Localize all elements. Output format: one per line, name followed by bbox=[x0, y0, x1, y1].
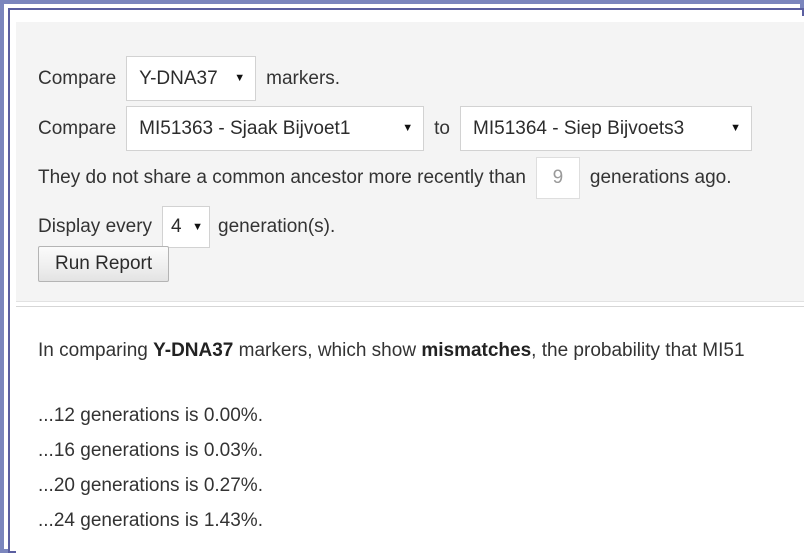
common-ancestor-label-suffix: generations ago. bbox=[589, 167, 732, 188]
list-item: ...20 generations is 0.27%. bbox=[38, 475, 263, 496]
row-common-ancestor: They do not share a common ancestor more… bbox=[38, 157, 731, 199]
display-interval-label-suffix: generation(s). bbox=[218, 216, 336, 237]
generations-input[interactable] bbox=[535, 157, 580, 199]
caret-down-icon: ▼ bbox=[234, 72, 246, 84]
section-divider bbox=[16, 306, 804, 307]
list-item: ...12 generations is 0.00%. bbox=[38, 405, 263, 426]
kit-1-select-value: MI51363 - Sjaak Bijvoet1 bbox=[139, 117, 351, 139]
caret-down-icon: ▼ bbox=[402, 122, 414, 134]
compare-markers-label-suffix: markers. bbox=[266, 67, 341, 89]
kit-1-select[interactable]: MI51363 - Sjaak Bijvoet1 ▼ bbox=[126, 106, 425, 151]
common-ancestor-label-prefix: They do not share a common ancestor more… bbox=[38, 167, 526, 188]
caret-down-icon: ▼ bbox=[730, 122, 742, 134]
display-interval-select-value: 4 bbox=[171, 216, 182, 237]
results-intro-sentence: In comparing Y-DNA37 markers, which show… bbox=[38, 340, 804, 362]
display-interval-select[interactable]: 4 ▼ bbox=[162, 206, 211, 248]
list-item: ...16 generations is 0.03%. bbox=[38, 440, 263, 461]
run-report-button[interactable]: Run Report bbox=[38, 246, 170, 282]
kit-2-select[interactable]: MI51364 - Siep Bijvoets3 ▼ bbox=[460, 106, 753, 151]
kit-2-select-value: MI51364 - Siep Bijvoets3 bbox=[473, 117, 685, 139]
results-probability-list: ...12 generations is 0.00%. ...16 genera… bbox=[38, 398, 738, 538]
window-frame-inner: Compare Y-DNA37 ▼ markers. Compare MI513… bbox=[8, 8, 804, 557]
row-marker-set: Compare Y-DNA37 ▼ markers. bbox=[38, 56, 340, 101]
display-interval-label-prefix: Display every bbox=[38, 216, 153, 237]
caret-down-icon: ▼ bbox=[192, 220, 204, 233]
compare-markers-label-prefix: Compare bbox=[38, 67, 117, 89]
results-intro-mismatches: mismatches bbox=[421, 340, 532, 361]
list-item: ...24 generations is 1.43%. bbox=[38, 510, 263, 531]
row-display-interval: Display every 4 ▼ generation(s). bbox=[38, 206, 335, 248]
page-content: Compare Y-DNA37 ▼ markers. Compare MI513… bbox=[16, 16, 804, 557]
results-intro-part-2: markers, which show bbox=[233, 340, 422, 361]
row-run-report: Run Report bbox=[38, 246, 170, 282]
compare-kits-label-prefix: Compare bbox=[38, 117, 117, 139]
report-options-panel: Compare Y-DNA37 ▼ markers. Compare MI513… bbox=[16, 22, 804, 302]
marker-set-select[interactable]: Y-DNA37 ▼ bbox=[126, 56, 257, 101]
row-kit-comparison: Compare MI51363 - Sjaak Bijvoet1 ▼ to MI… bbox=[38, 106, 753, 151]
results-intro-part-3: , the probability that MI51 bbox=[531, 340, 745, 361]
results-intro-part-1: In comparing bbox=[38, 340, 154, 361]
compare-kits-label-between: to bbox=[434, 117, 451, 139]
results-intro-marker-set: Y-DNA37 bbox=[153, 340, 234, 361]
marker-set-select-value: Y-DNA37 bbox=[139, 67, 218, 89]
report-results: In comparing Y-DNA37 markers, which show… bbox=[16, 312, 804, 557]
window-frame-outer: Compare Y-DNA37 ▼ markers. Compare MI513… bbox=[0, 0, 804, 557]
